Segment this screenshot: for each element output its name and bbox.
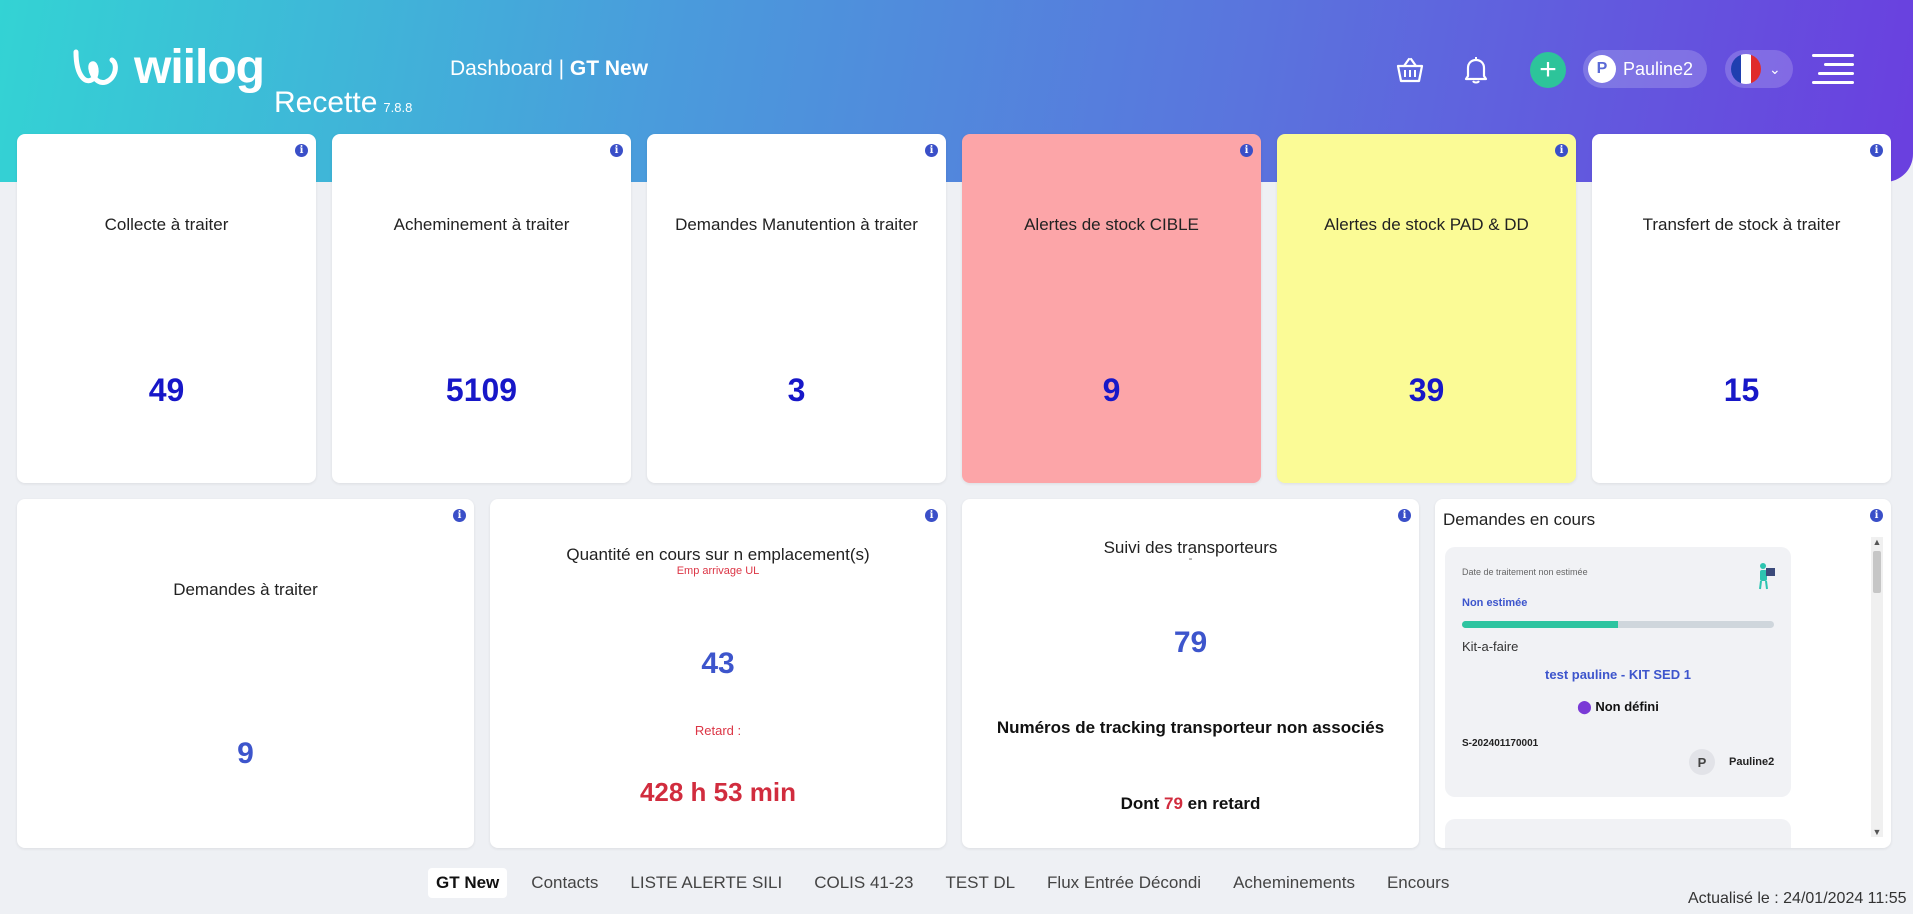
flag-fr-icon bbox=[1731, 54, 1761, 84]
card-value: 43 bbox=[701, 647, 735, 680]
chevron-down-icon: ⌄ bbox=[1769, 60, 1781, 77]
request-card[interactable]: Date de traitement non estimée Non estim… bbox=[1445, 547, 1791, 797]
environment-name: Recette bbox=[274, 86, 378, 119]
tab-contacts[interactable]: Contacts bbox=[523, 868, 606, 898]
card-alertes-cible[interactable]: i Alertes de stock CIBLE 9 bbox=[962, 134, 1261, 483]
late-summary: Dont 79 en retard bbox=[962, 794, 1419, 814]
logo-text: wiilog bbox=[134, 41, 265, 94]
bell-icon[interactable] bbox=[1458, 52, 1494, 88]
progress-fill bbox=[1462, 621, 1618, 628]
card-title: Demandes en cours bbox=[1443, 510, 1596, 529]
delay-value: 428 h 53 min bbox=[639, 777, 797, 807]
request-card-next[interactable] bbox=[1445, 819, 1791, 848]
scroll-up-icon[interactable]: ▲ bbox=[1871, 537, 1883, 547]
card-value: 15 bbox=[1723, 372, 1760, 408]
card-title: Transfert de stock à traiter bbox=[1642, 215, 1841, 234]
card-title: Alertes de stock PAD & DD bbox=[1324, 215, 1529, 234]
card-subtitle: - bbox=[1188, 551, 1193, 565]
last-updated: Actualisé le : 24/01/2024 11:55 bbox=[1688, 890, 1907, 907]
card-value: 79 bbox=[1173, 626, 1208, 659]
card-collecte[interactable]: i Collecte à traiter 49 bbox=[17, 134, 316, 483]
request-user-name: Pauline2 bbox=[1729, 756, 1775, 768]
basket-icon[interactable] bbox=[1392, 52, 1428, 88]
card-value: 3 bbox=[787, 372, 806, 408]
dashboard-tabs: GT New Contacts LISTE ALERTE SILI COLIS … bbox=[428, 868, 1473, 898]
tab-acheminements[interactable]: Acheminements bbox=[1225, 868, 1363, 898]
card-title: Acheminement à traiter bbox=[393, 215, 570, 234]
info-icon[interactable]: i bbox=[610, 144, 623, 157]
breadcrumb-prefix: Dashboard | bbox=[450, 57, 565, 80]
tab-colis[interactable]: COLIS 41-23 bbox=[806, 868, 921, 898]
tab-flux-entree[interactable]: Flux Entrée Décondi bbox=[1039, 868, 1209, 898]
tab-test-dl[interactable]: TEST DL bbox=[937, 868, 1023, 898]
info-icon[interactable]: i bbox=[925, 509, 938, 522]
card-demandes-en-cours[interactable]: i Demandes en cours Date de traitement n… bbox=[1435, 499, 1891, 848]
tab-gt-new[interactable]: GT New bbox=[428, 868, 508, 898]
plus-icon[interactable]: + bbox=[1530, 52, 1566, 88]
language-selector[interactable]: ⌄ bbox=[1725, 50, 1793, 88]
info-icon[interactable]: i bbox=[1870, 509, 1883, 522]
hamburger-menu-icon[interactable] bbox=[1812, 50, 1854, 88]
card-value: 9 bbox=[1102, 372, 1121, 408]
card-value: 9 bbox=[237, 737, 254, 770]
user-name: Pauline2 bbox=[1623, 58, 1694, 79]
card-quantite-en-cours[interactable]: i Quantité en cours sur n emplacement(s)… bbox=[490, 499, 946, 848]
location-label: Non défini bbox=[1595, 699, 1659, 714]
info-icon[interactable]: i bbox=[295, 144, 308, 157]
card-alertes-pad[interactable]: i Alertes de stock PAD & DD 39 bbox=[1277, 134, 1576, 483]
logo[interactable]: wiilog bbox=[72, 40, 265, 95]
request-location: ⬤ Non défini bbox=[1445, 699, 1791, 715]
card-transfert[interactable]: i Transfert de stock à traiter 15 bbox=[1592, 134, 1891, 483]
late-count: 79 bbox=[1164, 794, 1183, 813]
card-title: Alertes de stock CIBLE bbox=[1024, 215, 1199, 234]
card-title: Demandes Manutention à traiter bbox=[675, 215, 918, 234]
card-subtitle: Emp arrivage UL bbox=[676, 565, 760, 577]
info-icon[interactable]: i bbox=[453, 509, 466, 522]
card-title: Quantité en cours sur n emplacement(s) bbox=[566, 545, 870, 564]
avatar: P bbox=[1689, 749, 1715, 775]
card-manutention[interactable]: i Demandes Manutention à traiter 3 bbox=[647, 134, 946, 483]
estimate-label: Non estimée bbox=[1462, 597, 1528, 609]
late-prefix: Dont bbox=[1120, 794, 1160, 813]
scroll-down-icon[interactable]: ▼ bbox=[1871, 827, 1883, 837]
environment-label: Recette 7.8.8 bbox=[274, 86, 412, 120]
breadcrumb: Dashboard | GT New bbox=[450, 57, 648, 81]
delivery-person-icon bbox=[1755, 561, 1777, 596]
date-label: Date de traitement non estimée bbox=[1462, 567, 1588, 577]
card-title: Demandes à traiter bbox=[173, 580, 318, 599]
scrollbar[interactable]: ▲ ▼ bbox=[1871, 537, 1883, 837]
request-user: P Pauline2 bbox=[1689, 749, 1774, 775]
info-icon[interactable]: i bbox=[1555, 144, 1568, 157]
card-value: 49 bbox=[148, 372, 185, 408]
request-type: Kit-a-faire bbox=[1462, 639, 1519, 654]
wiilog-logo-icon bbox=[73, 49, 118, 85]
scrollbar-thumb[interactable] bbox=[1873, 551, 1881, 593]
late-suffix: en retard bbox=[1187, 794, 1261, 813]
card-value: 5109 bbox=[445, 372, 518, 408]
request-number: S-202401170001 bbox=[1462, 738, 1539, 749]
progress-bar bbox=[1462, 621, 1774, 628]
tab-encours[interactable]: Encours bbox=[1379, 868, 1457, 898]
card-demandes-a-traiter[interactable]: i Demandes à traiter 9 bbox=[17, 499, 474, 848]
avatar: P bbox=[1588, 55, 1616, 83]
info-icon[interactable]: i bbox=[1870, 144, 1883, 157]
card-acheminement[interactable]: i Acheminement à traiter 5109 bbox=[332, 134, 631, 483]
card-value: 39 bbox=[1408, 372, 1445, 408]
version-number: 7.8.8 bbox=[383, 100, 413, 115]
card-title: Collecte à traiter bbox=[104, 215, 229, 234]
breadcrumb-current: GT New bbox=[569, 57, 649, 80]
delay-label: Retard : bbox=[694, 723, 742, 738]
location-pin-icon: ⬤ bbox=[1577, 699, 1592, 714]
info-icon[interactable]: i bbox=[1398, 509, 1411, 522]
info-icon[interactable]: i bbox=[1240, 144, 1253, 157]
info-icon[interactable]: i bbox=[925, 144, 938, 157]
request-name: test pauline - KIT SED 1 bbox=[1545, 667, 1691, 682]
tab-liste-alerte-sili[interactable]: LISTE ALERTE SILI bbox=[622, 868, 790, 898]
card-suivi-transporteurs[interactable]: i Suivi des transporteurs - 79 Numéros d… bbox=[962, 499, 1419, 848]
user-menu[interactable]: P Pauline2 bbox=[1583, 50, 1707, 88]
tracking-description: Numéros de tracking transporteur non ass… bbox=[996, 718, 1385, 737]
